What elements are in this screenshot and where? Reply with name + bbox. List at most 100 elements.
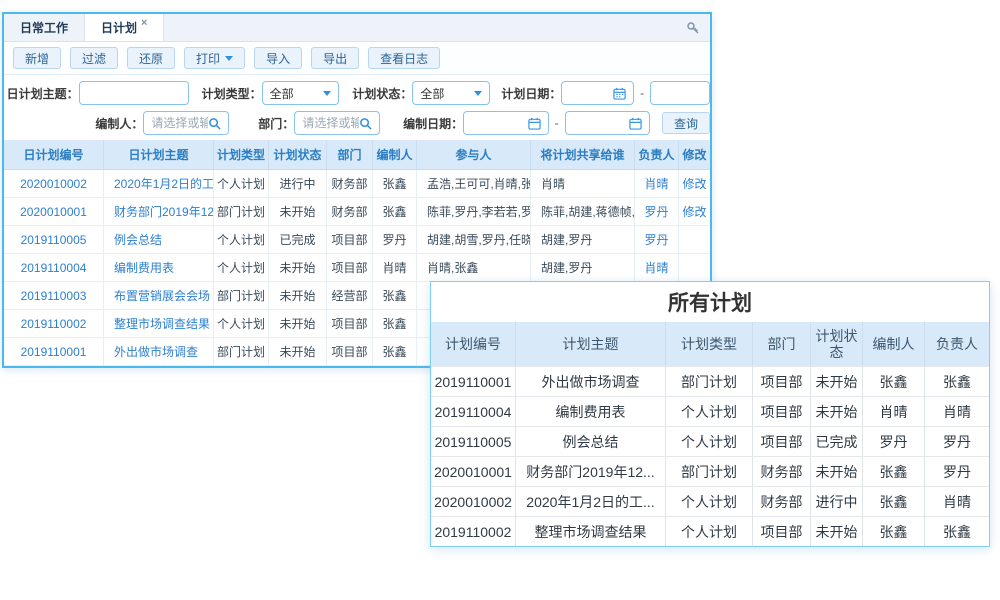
all-plans-header-subject: 计划主题 — [516, 322, 666, 366]
all-plans-cell-subject: 外出做市场调查 — [516, 367, 666, 396]
plan-id-link[interactable]: 2020010001 — [20, 205, 87, 219]
all-plans-row[interactable]: 2019110004编制费用表个人计划项目部未开始肖晴肖晴 — [431, 396, 989, 426]
plan-id-link[interactable]: 2019110004 — [21, 261, 87, 275]
cell-type: 部门计划 — [214, 282, 269, 309]
subject-link[interactable]: 2020年1月2日的工作日... — [114, 175, 214, 192]
filter-row-2: 编制人： 部门： — [4, 108, 710, 138]
cell-plan-id: 2020010001 — [4, 198, 104, 225]
all-plans-cell-type: 个人计划 — [666, 487, 753, 516]
all-plans-row[interactable]: 2019110002整理市场调查结果个人计划项目部未开始张鑫张鑫 — [431, 516, 989, 546]
calendar-icon[interactable] — [528, 117, 541, 130]
owner-link[interactable]: 罗丹 — [644, 231, 668, 248]
subject-link[interactable]: 财务部门2019年12月的... — [114, 203, 214, 220]
plan-subject-input[interactable] — [79, 81, 189, 105]
cell-dept: 经营部 — [327, 282, 373, 309]
cell-creator: 罗丹 — [373, 226, 417, 253]
all-plans-cell-subject: 整理市场调查结果 — [516, 517, 666, 546]
plan-date-from-input[interactable] — [561, 81, 634, 105]
cell-dept: 财务部 — [327, 170, 373, 197]
owner-link[interactable]: 肖晴 — [644, 259, 668, 276]
dept-input[interactable] — [302, 116, 358, 130]
plan-status-select[interactable]: 全部 — [412, 81, 490, 105]
all-plans-row[interactable]: 20200100022020年1月2日的工...个人计划财务部进行中张鑫肖晴 — [431, 486, 989, 516]
restore-button[interactable]: 还原 — [127, 47, 175, 69]
cell-type: 个人计划 — [214, 226, 269, 253]
plan-id-link[interactable]: 2019110005 — [21, 233, 87, 247]
import-button-label: 导入 — [266, 50, 290, 67]
tab-daily-work[interactable]: 日常工作 — [4, 14, 84, 41]
create-date-from-input[interactable] — [463, 111, 548, 135]
header-participants: 参与人 — [417, 140, 531, 169]
owner-link[interactable]: 肖晴 — [644, 175, 668, 192]
all-plans-cell-dept: 项目部 — [753, 367, 811, 396]
header-share-with: 将计划共享给谁 — [531, 140, 635, 169]
all-plans-cell-type: 个人计划 — [666, 517, 753, 546]
toolbar: 新增过滤还原打印 导入 导出 查看日志 — [4, 42, 710, 75]
all-plans-cell-type: 个人计划 — [666, 397, 753, 426]
cell-subject: 布置营销展会会场 — [104, 282, 214, 309]
all-plans-cell-plan-id: 2019110001 — [431, 367, 516, 396]
edit-link[interactable]: 修改 — [682, 175, 706, 192]
all-plans-row[interactable]: 2019110001外出做市场调查部门计划项目部未开始张鑫张鑫 — [431, 366, 989, 396]
all-plans-cell-type: 个人计划 — [666, 427, 753, 456]
create-date-to-input[interactable] — [565, 111, 650, 135]
plan-date-to-input[interactable] — [650, 81, 710, 105]
edit-link[interactable]: 修改 — [682, 203, 706, 220]
view-log-button-label: 查看日志 — [380, 50, 428, 67]
all-plans-header-row: 计划编号计划主题计划类型部门计划状态编制人负责人 — [431, 322, 989, 366]
all-plans-window: 所有计划 计划编号计划主题计划类型部门计划状态编制人负责人 2019110001… — [430, 281, 990, 547]
creator-input[interactable] — [151, 116, 207, 130]
export-button[interactable]: 导出 — [311, 47, 359, 69]
close-icon[interactable]: × — [141, 17, 147, 29]
table-header-row: 日计划编号日计划主题计划类型计划状态部门编制人参与人将计划共享给谁负责人修改 — [4, 140, 710, 170]
creator-combobox[interactable] — [143, 111, 228, 135]
subject-link[interactable]: 例会总结 — [114, 231, 162, 248]
plan-id-link[interactable]: 2020010002 — [20, 177, 87, 191]
calendar-icon[interactable] — [629, 117, 642, 130]
plan-type-label: 计划类型： — [189, 85, 262, 102]
all-plans-header-owner: 负责人 — [925, 322, 989, 366]
key-icon[interactable] — [686, 14, 700, 41]
all-plans-header-type: 计划类型 — [666, 322, 753, 366]
header-owner: 负责人 — [635, 140, 679, 169]
plan-id-link[interactable]: 2019110003 — [21, 289, 87, 303]
table-row[interactable]: 20200100022020年1月2日的工作日...个人计划进行中财务部张鑫孟浩… — [4, 170, 710, 198]
table-row[interactable]: 2019110004编制费用表个人计划未开始项目部肖晴肖晴,张鑫胡建,罗丹肖晴 — [4, 254, 710, 282]
print-button[interactable]: 打印 — [184, 47, 245, 69]
subject-link[interactable]: 整理市场调查结果 — [114, 315, 210, 332]
caret-down-icon — [474, 91, 482, 96]
search-icon[interactable] — [359, 117, 372, 130]
plan-id-link[interactable]: 2019110002 — [21, 317, 87, 331]
all-plans-cell-owner: 肖晴 — [925, 487, 989, 516]
filter-form: 日计划主题： 计划类型： 全部 计划状态： 全部 计划日期： — [4, 75, 710, 140]
tab-bar: 日常工作 日计划 × — [4, 14, 710, 42]
all-plans-cell-plan-id: 2019110004 — [431, 397, 516, 426]
calendar-icon[interactable] — [613, 87, 626, 100]
all-plans-cell-status: 未开始 — [811, 367, 863, 396]
all-plans-cell-type: 部门计划 — [666, 457, 753, 486]
dept-combobox[interactable] — [294, 111, 379, 135]
owner-link[interactable]: 罗丹 — [644, 203, 668, 220]
cell-dept: 项目部 — [327, 338, 373, 365]
view-log-button[interactable]: 查看日志 — [368, 47, 440, 69]
subject-link[interactable]: 布置营销展会会场 — [114, 287, 210, 304]
plan-id-link[interactable]: 2019110001 — [21, 345, 87, 359]
import-button[interactable]: 导入 — [254, 47, 302, 69]
tab-daily-plan[interactable]: 日计划 × — [84, 14, 164, 41]
all-plans-row[interactable]: 2020010001财务部门2019年12...部门计划财务部未开始张鑫罗丹 — [431, 456, 989, 486]
search-icon[interactable] — [208, 117, 221, 130]
plan-type-select[interactable]: 全部 — [262, 81, 340, 105]
all-plans-cell-owner: 肖晴 — [925, 397, 989, 426]
cell-participants: 孟浩,王可可,肖晴,张鑫 — [417, 170, 531, 197]
subject-link[interactable]: 编制费用表 — [114, 259, 174, 276]
all-plans-row[interactable]: 2019110005例会总结个人计划项目部已完成罗丹罗丹 — [431, 426, 989, 456]
search-button[interactable]: 查询 — [662, 112, 710, 134]
subject-link[interactable]: 外出做市场调查 — [114, 343, 198, 360]
table-row[interactable]: 2019110005例会总结个人计划已完成项目部罗丹胡建,胡雪,罗丹,任晓...… — [4, 226, 710, 254]
all-plans-cell-creator: 罗丹 — [863, 427, 925, 456]
all-plans-header-dept: 部门 — [753, 322, 811, 366]
filter-button[interactable]: 过滤 — [70, 47, 118, 69]
cell-status: 未开始 — [269, 338, 327, 365]
add-button[interactable]: 新增 — [13, 47, 61, 69]
table-row[interactable]: 2020010001财务部门2019年12月的...部门计划未开始财务部张鑫陈菲… — [4, 198, 710, 226]
